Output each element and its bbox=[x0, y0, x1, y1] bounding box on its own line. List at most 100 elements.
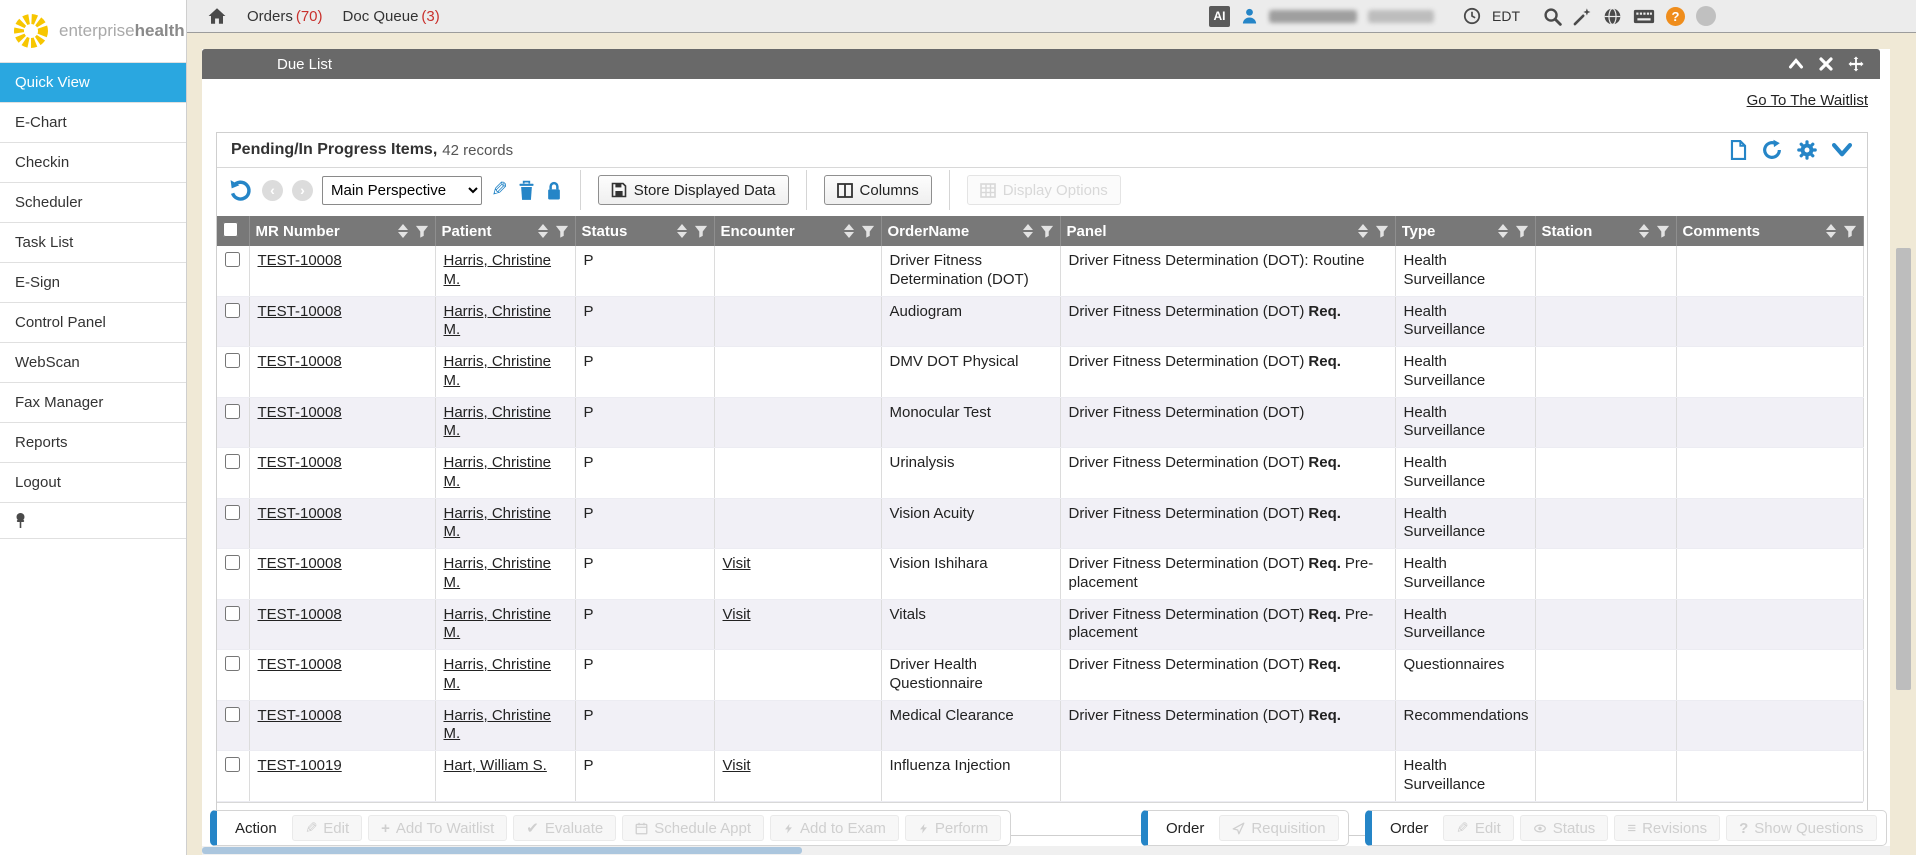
filter-icon[interactable] bbox=[1375, 225, 1389, 238]
filter-icon[interactable] bbox=[1515, 225, 1529, 238]
sidebar-item-task-list[interactable]: Task List bbox=[0, 223, 186, 263]
close-panel-icon[interactable] bbox=[1819, 57, 1833, 71]
column-header-type[interactable]: Type bbox=[1395, 216, 1535, 246]
sort-icon[interactable] bbox=[538, 224, 548, 238]
row-checkbox[interactable] bbox=[225, 353, 240, 368]
nav-doc-queue[interactable]: Doc Queue(3) bbox=[343, 8, 440, 25]
go-to-waitlist-link[interactable]: Go To The Waitlist bbox=[1747, 92, 1868, 109]
sidebar-item-checkin[interactable]: Checkin bbox=[0, 143, 186, 183]
filter-icon[interactable] bbox=[1040, 225, 1054, 238]
sort-icon[interactable] bbox=[844, 224, 854, 238]
mr-link[interactable]: TEST-10008 bbox=[258, 303, 342, 320]
column-header-mr-number[interactable]: MR Number bbox=[249, 216, 435, 246]
row-checkbox[interactable] bbox=[225, 252, 240, 267]
wand-icon[interactable] bbox=[1573, 7, 1592, 26]
row-checkbox[interactable] bbox=[225, 707, 240, 722]
patient-link[interactable]: Harris, Christine M. bbox=[444, 505, 552, 541]
sort-icon[interactable] bbox=[1358, 224, 1368, 238]
patient-link[interactable]: Harris, Christine M. bbox=[444, 656, 552, 692]
sort-icon[interactable] bbox=[677, 224, 687, 238]
sort-icon[interactable] bbox=[1826, 224, 1836, 238]
pin-icon[interactable] bbox=[13, 512, 28, 529]
ai-badge[interactable]: AI bbox=[1209, 6, 1230, 27]
patient-link[interactable]: Harris, Christine M. bbox=[444, 303, 552, 339]
column-header-status[interactable]: Status bbox=[575, 216, 714, 246]
collapse-section-chevron-icon[interactable] bbox=[1831, 141, 1853, 159]
avatar[interactable] bbox=[1696, 6, 1716, 26]
patient-link[interactable]: Harris, Christine M. bbox=[444, 454, 552, 490]
row-checkbox[interactable] bbox=[225, 555, 240, 570]
home-icon[interactable] bbox=[207, 7, 227, 25]
filter-icon[interactable] bbox=[861, 225, 875, 238]
move-panel-icon[interactable] bbox=[1848, 56, 1864, 72]
sort-icon[interactable] bbox=[1498, 224, 1508, 238]
mr-link[interactable]: TEST-10008 bbox=[258, 353, 342, 370]
row-checkbox[interactable] bbox=[225, 505, 240, 520]
row-checkbox[interactable] bbox=[225, 454, 240, 469]
encounter-link[interactable]: Visit bbox=[723, 555, 751, 572]
mr-link[interactable]: TEST-10008 bbox=[258, 707, 342, 724]
column-header-panel[interactable]: Panel bbox=[1060, 216, 1395, 246]
patient-link[interactable]: Hart, William S. bbox=[444, 757, 547, 774]
help-icon[interactable]: ? bbox=[1666, 7, 1685, 26]
mr-link[interactable]: TEST-10008 bbox=[258, 555, 342, 572]
refresh-icon[interactable] bbox=[1761, 139, 1783, 161]
filter-icon[interactable] bbox=[1843, 225, 1857, 238]
column-header-comments[interactable]: Comments bbox=[1676, 216, 1863, 246]
column-header-ordername[interactable]: OrderName bbox=[881, 216, 1060, 246]
sidebar-item-webscan[interactable]: WebScan bbox=[0, 343, 186, 383]
sort-icon[interactable] bbox=[398, 224, 408, 238]
mr-link[interactable]: TEST-10008 bbox=[258, 656, 342, 673]
delete-perspective-trash-icon[interactable] bbox=[517, 180, 536, 201]
row-checkbox[interactable] bbox=[225, 404, 240, 419]
sidebar-item-fax-manager[interactable]: Fax Manager bbox=[0, 383, 186, 423]
patient-link[interactable]: Harris, Christine M. bbox=[444, 606, 552, 642]
sidebar-item-e-sign[interactable]: E-Sign bbox=[0, 263, 186, 303]
columns-button[interactable]: Columns bbox=[824, 175, 932, 205]
patient-link[interactable]: Harris, Christine M. bbox=[444, 404, 552, 440]
vertical-scrollbar-thumb[interactable] bbox=[1896, 248, 1911, 690]
edit-perspective-pencil-icon[interactable]: ✎ bbox=[491, 180, 508, 200]
sidebar-item-logout[interactable]: Logout bbox=[0, 463, 186, 503]
mr-link[interactable]: TEST-10008 bbox=[258, 454, 342, 471]
clock-icon[interactable] bbox=[1463, 7, 1481, 25]
store-displayed-data-button[interactable]: Store Displayed Data bbox=[598, 175, 789, 205]
mr-link[interactable]: TEST-10019 bbox=[258, 757, 342, 774]
collapse-panel-icon[interactable] bbox=[1788, 57, 1804, 71]
row-checkbox[interactable] bbox=[225, 757, 240, 772]
mr-link[interactable]: TEST-10008 bbox=[258, 606, 342, 623]
new-document-icon[interactable] bbox=[1729, 139, 1748, 161]
filter-icon[interactable] bbox=[415, 225, 429, 238]
filter-icon[interactable] bbox=[555, 225, 569, 238]
column-header-encounter[interactable]: Encounter bbox=[714, 216, 881, 246]
perspective-select[interactable]: Main Perspective bbox=[322, 176, 482, 205]
row-checkbox[interactable] bbox=[225, 303, 240, 318]
nav-orders[interactable]: Orders(70) bbox=[247, 8, 323, 25]
horizontal-scrollbar-thumb[interactable] bbox=[202, 847, 802, 854]
keyboard-icon[interactable] bbox=[1633, 8, 1655, 25]
lock-perspective-icon[interactable] bbox=[545, 180, 563, 201]
globe-icon[interactable] bbox=[1603, 7, 1622, 26]
search-icon[interactable] bbox=[1543, 7, 1562, 26]
patient-link[interactable]: Harris, Christine M. bbox=[444, 707, 552, 743]
patient-link[interactable]: Harris, Christine M. bbox=[444, 555, 552, 591]
column-header-station[interactable]: Station bbox=[1535, 216, 1676, 246]
sidebar-item-control-panel[interactable]: Control Panel bbox=[0, 303, 186, 343]
sort-icon[interactable] bbox=[1023, 224, 1033, 238]
filter-icon[interactable] bbox=[1656, 225, 1670, 238]
sidebar-item-reports[interactable]: Reports bbox=[0, 423, 186, 463]
column-header-patient[interactable]: Patient bbox=[435, 216, 575, 246]
select-all-checkbox[interactable] bbox=[223, 222, 238, 237]
encounter-link[interactable]: Visit bbox=[723, 606, 751, 623]
filter-icon[interactable] bbox=[694, 225, 708, 238]
sidebar-item-quick-view[interactable]: Quick View bbox=[0, 63, 186, 103]
encounter-link[interactable]: Visit bbox=[723, 757, 751, 774]
user-icon[interactable] bbox=[1241, 7, 1258, 25]
patient-link[interactable]: Harris, Christine M. bbox=[444, 353, 552, 389]
mr-link[interactable]: TEST-10008 bbox=[258, 505, 342, 522]
sidebar-item-scheduler[interactable]: Scheduler bbox=[0, 183, 186, 223]
gear-icon[interactable] bbox=[1796, 139, 1818, 161]
row-checkbox[interactable] bbox=[225, 656, 240, 671]
row-checkbox[interactable] bbox=[225, 606, 240, 621]
sort-icon[interactable] bbox=[1639, 224, 1649, 238]
